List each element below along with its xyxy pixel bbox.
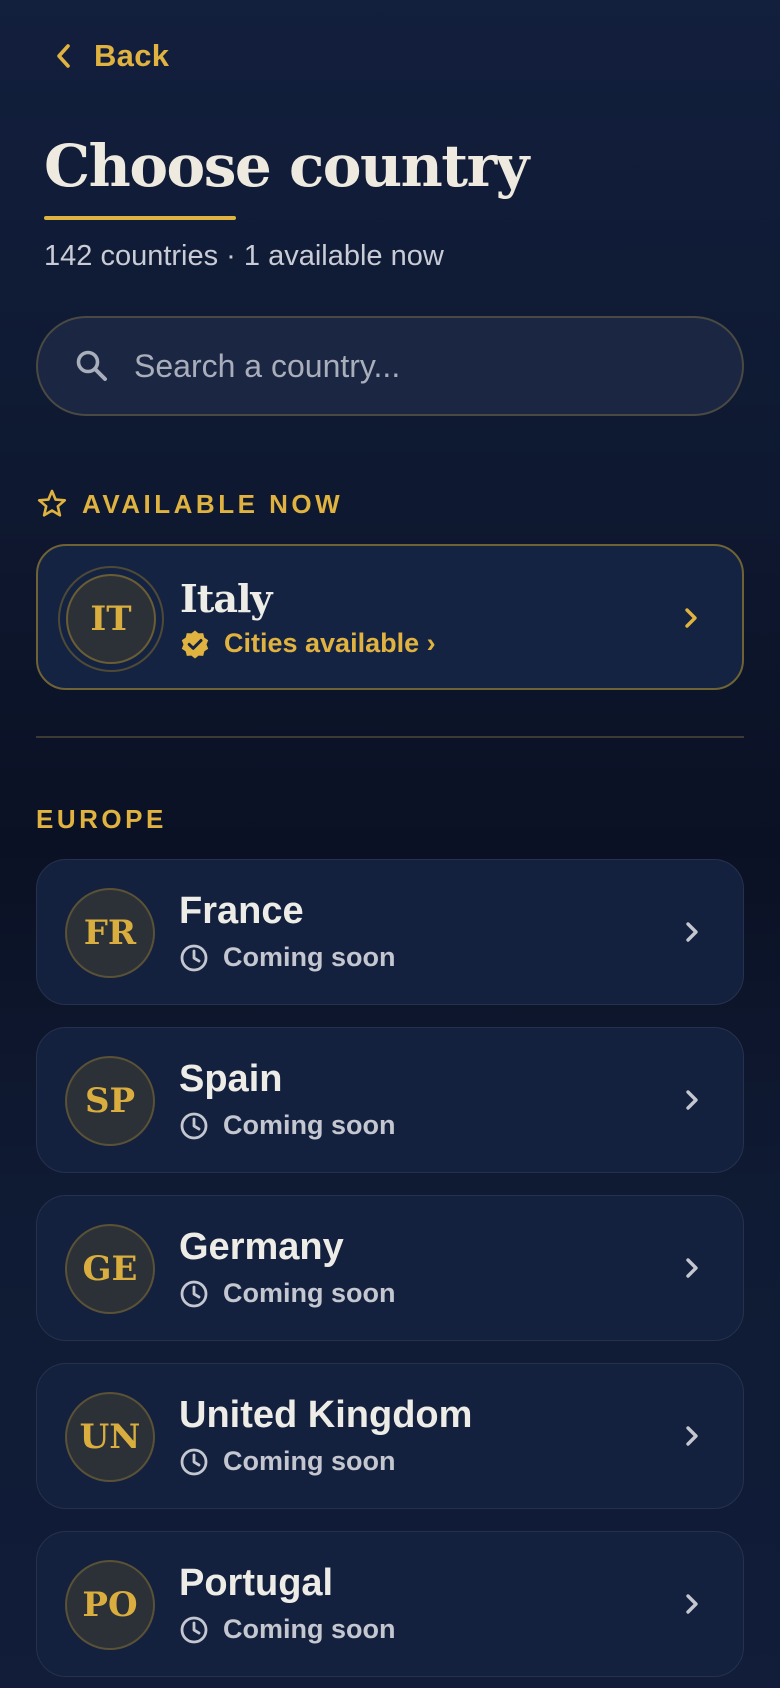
search-input[interactable] [134,347,694,385]
back-label: Back [94,38,170,73]
clock-icon [180,1112,208,1139]
available-now-heading: AVAILABLE NOW [36,488,343,520]
country-card-portugal[interactable]: PO Portugal Coming soon [36,1531,744,1677]
country-name: France [179,890,304,932]
status-label: Coming soon [223,1446,396,1476]
clock-icon [180,1448,208,1475]
country-avatar: GE [65,1224,155,1314]
chevron-left-icon [57,44,70,68]
chevron-right-icon [685,608,697,628]
country-status: Coming soon [179,942,395,973]
country-status: Cities available › [180,628,436,659]
status-label: Cities available › [224,628,436,658]
search-icon [76,350,107,381]
europe-heading: EUROPE [36,804,167,835]
star-icon [37,489,67,517]
clock-icon [180,944,208,971]
country-card-united-kingdom[interactable]: UN United Kingdom Coming soon [36,1363,744,1509]
status-label: Coming soon [223,1278,396,1308]
country-card-germany[interactable]: GE Germany Coming soon [36,1195,744,1341]
country-card-italy[interactable]: IT Italy Cities available › [36,544,744,690]
country-avatar: IT [66,574,156,664]
clock-icon [180,1280,208,1307]
search-bar[interactable] [36,316,744,416]
page-subtitle: 142 countries · 1 available now [44,240,444,272]
country-name: United Kingdom [179,1394,473,1436]
country-picker-screen: Back Choose country 142 countries · 1 av… [0,0,780,1688]
back-button[interactable]: Back [52,38,169,74]
country-name: Portugal [179,1562,334,1604]
country-card-france[interactable]: FR France Coming soon [36,859,744,1005]
country-avatar: FR [65,888,155,978]
country-status: Coming soon [179,1614,395,1645]
page-title: Choose country [44,132,529,200]
chevron-right-icon [686,1594,698,1614]
country-avatar: PO [65,1560,155,1650]
section-divider [36,736,744,738]
country-status: Coming soon [179,1446,395,1477]
country-status: Coming soon [179,1278,395,1309]
chevron-right-icon [686,1090,698,1110]
country-name: Italy [180,576,272,621]
country-status: Coming soon [179,1110,395,1141]
status-label: Coming soon [223,1614,396,1644]
available-now-label: AVAILABLE NOW [82,488,344,519]
chevron-right-icon [686,1258,698,1278]
country-avatar: SP [65,1056,155,1146]
country-name: Spain [179,1058,283,1100]
verified-badge-icon [181,630,209,658]
title-underline [44,216,236,220]
status-label: Coming soon [223,1110,396,1140]
country-card-spain[interactable]: SP Spain Coming soon [36,1027,744,1173]
clock-icon [180,1616,208,1643]
chevron-right-icon [686,1426,698,1446]
chevron-right-icon [686,922,698,942]
country-name: Germany [179,1226,344,1268]
status-label: Coming soon [223,942,396,972]
country-avatar: UN [65,1392,155,1482]
europe-label: EUROPE [36,804,167,834]
